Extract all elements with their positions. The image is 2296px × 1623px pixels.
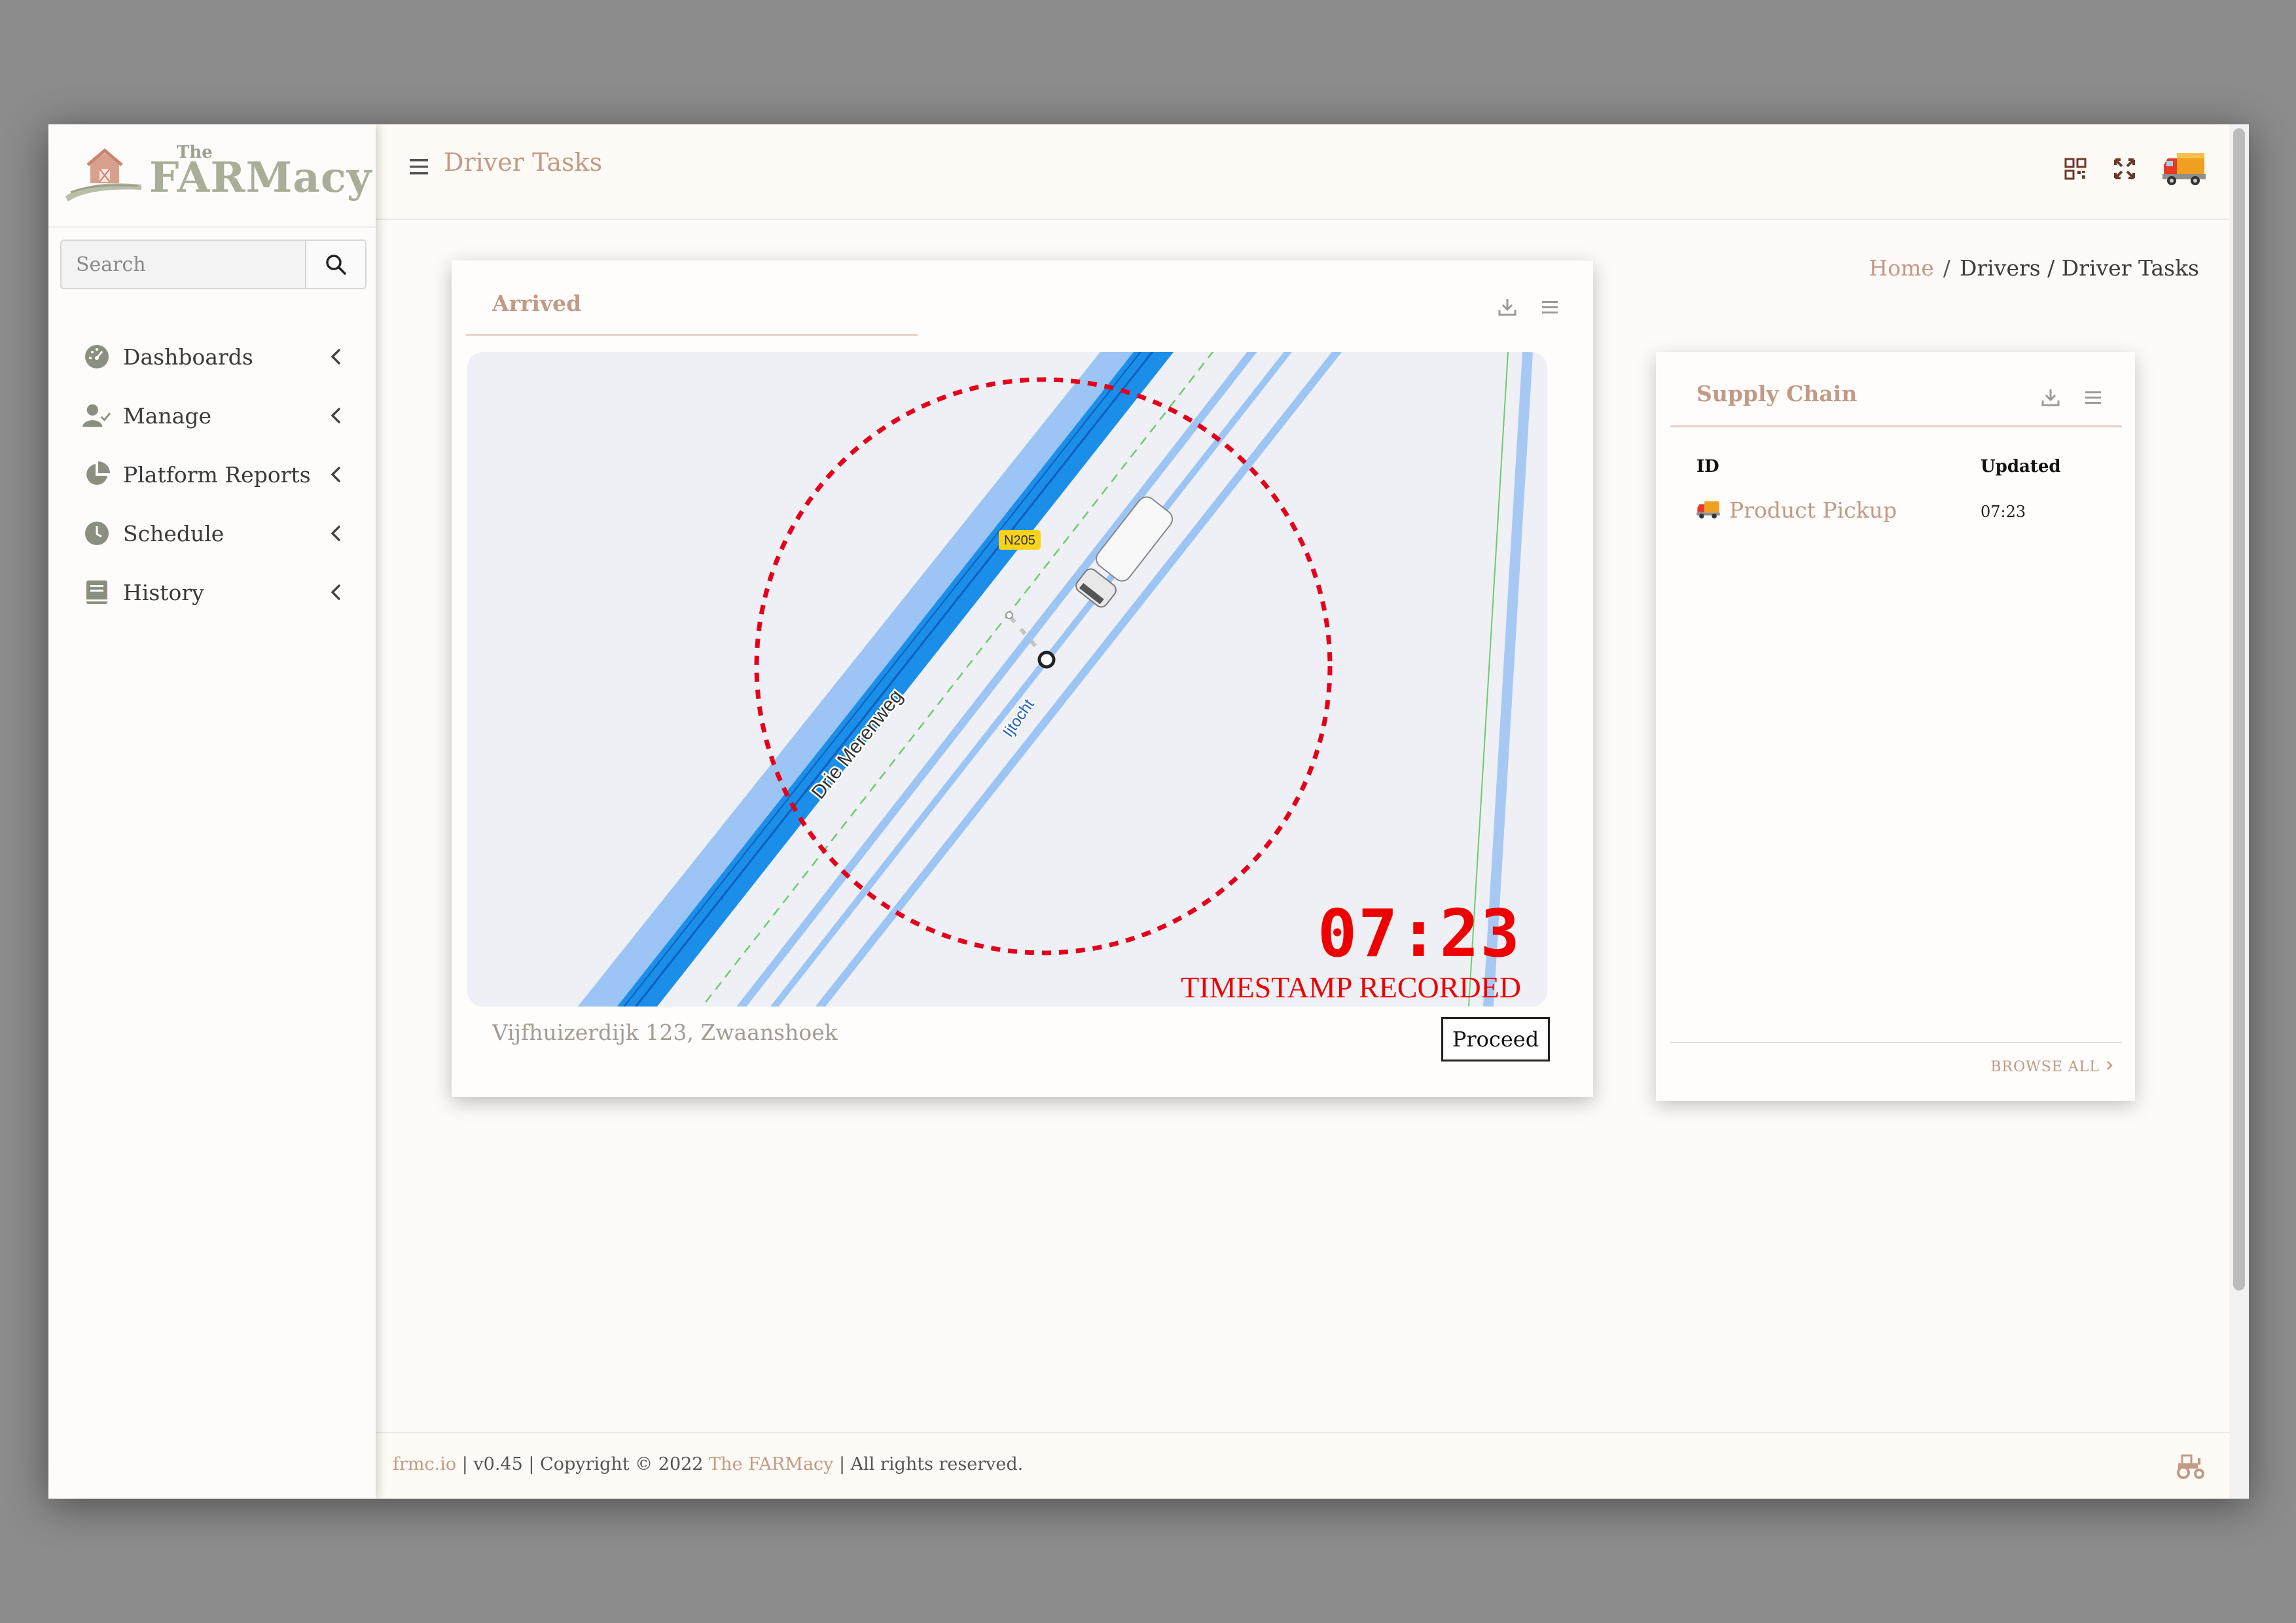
search-input[interactable] (62, 241, 305, 288)
sidebar-item-schedule[interactable]: Schedule (48, 504, 376, 563)
column-header-id: ID (1696, 457, 1719, 476)
sidebar: The FARMacy Dashboards (48, 124, 376, 1499)
topbar: Driver Tasks (376, 124, 2229, 220)
chevron-left-icon (331, 349, 340, 365)
dashboard-gauge-icon (82, 342, 111, 371)
footer: frmc.io | v0.45 | Copyright © 2022 The F… (376, 1432, 2229, 1499)
sidebar-nav: Dashboards Manage Platform Reports Sched… (48, 327, 376, 622)
sidebar-item-dashboards[interactable]: Dashboards (48, 327, 376, 386)
sidebar-item-label: Platform Reports (123, 461, 311, 488)
sidebar-item-history[interactable]: History (48, 563, 376, 622)
column-header-updated: Updated (1981, 457, 2061, 476)
timestamp-time: 07:23 (1317, 895, 1521, 972)
sidebar-item-label: History (123, 579, 204, 605)
book-icon (82, 578, 111, 607)
footer-rights: All rights reserved. (850, 1454, 1024, 1474)
footer-separator: | (528, 1454, 535, 1474)
delivery-map[interactable]: N205 Drie Merenweg Ijtocht 07:23 TIMESTA… (467, 352, 1547, 1007)
supply-chain-card: Supply Chain ID Updated Product Pickup 0… (1656, 352, 2135, 1101)
footer-version: v0.45 (473, 1454, 523, 1474)
chevron-left-icon (331, 526, 340, 541)
scrollbar-thumb[interactable] (2233, 128, 2245, 1291)
browse-all-link[interactable]: BROWSE ALL (1990, 1059, 2114, 1075)
footer-separator: | (461, 1454, 468, 1474)
brand-logo-link[interactable]: The FARMacy (64, 131, 371, 223)
chevron-left-icon (331, 584, 340, 600)
farm-barn-logo-icon (65, 148, 141, 202)
card-menu-icon[interactable] (1541, 297, 1559, 317)
sidebar-item-platform-reports[interactable]: Platform Reports (48, 445, 376, 504)
card-header-underline (466, 334, 918, 336)
delivery-address: Vijfhuizerdijk 123, Zwaanshoek (492, 1020, 838, 1045)
footer-separator: | (838, 1454, 846, 1474)
app-window: The FARMacy Dashboards (48, 124, 2249, 1499)
fullscreen-icon[interactable] (2113, 157, 2136, 181)
arrived-card: Arrived N205 Drie Merenweg Ijtocht 07:23… (452, 260, 1593, 1097)
breadcrumb-separator: / (1943, 255, 1951, 281)
tractor-icon (2177, 1454, 2204, 1479)
sidebar-divider (48, 226, 376, 228)
download-icon[interactable] (2041, 387, 2060, 407)
card-tools (1498, 297, 1559, 317)
footer-text: frmc.io | v0.45 | Copyright © 2022 The F… (393, 1454, 1023, 1474)
sidebar-item-label: Dashboards (123, 344, 253, 370)
brand-name: FARMacy (149, 153, 372, 202)
pie-chart-icon (82, 460, 111, 489)
supply-row-link[interactable]: Product Pickup (1729, 497, 1897, 523)
clock-icon (82, 519, 111, 548)
sidebar-item-label: Schedule (123, 520, 224, 546)
search-icon (326, 255, 346, 275)
sidebar-search (60, 240, 367, 289)
delivery-truck-icon (1696, 501, 1720, 519)
proceed-button[interactable]: Proceed (1441, 1017, 1550, 1061)
route-badge-label: N205 (1004, 533, 1035, 548)
card-footer-divider (1670, 1042, 2122, 1043)
sidebar-item-label: Manage (123, 402, 212, 429)
delivery-truck-icon[interactable] (2162, 151, 2206, 187)
footer-company-link[interactable]: The FARMacy (709, 1454, 833, 1474)
qr-code-icon[interactable] (2064, 158, 2087, 180)
vertical-scrollbar[interactable] (2229, 124, 2249, 1499)
topbar-actions (2038, 151, 2206, 187)
search-button[interactable] (305, 241, 365, 288)
breadcrumb-home-link[interactable]: Home (1869, 255, 1933, 281)
footer-copyright: Copyright © 2022 (540, 1454, 704, 1474)
card-menu-icon[interactable] (2084, 387, 2102, 407)
user-check-icon (82, 401, 111, 430)
card-header-underline (1670, 425, 2122, 427)
browse-all-label: BROWSE ALL (1990, 1059, 2100, 1075)
sidebar-item-manage[interactable]: Manage (48, 386, 376, 445)
chevron-left-icon (331, 408, 340, 423)
chevron-left-icon (331, 467, 340, 482)
breadcrumb: Home / Drivers / Driver Tasks (1869, 255, 2199, 281)
footer-site-link[interactable]: frmc.io (393, 1454, 456, 1474)
download-icon[interactable] (1498, 297, 1517, 317)
page-title: Driver Tasks (444, 148, 603, 177)
breadcrumb-current: Drivers / Driver Tasks (1960, 255, 2199, 281)
timestamp-label: TIMESTAMP RECORDED (1181, 971, 1521, 1004)
supply-chain-title: Supply Chain (1696, 381, 1857, 406)
supply-row-updated: 07:23 (1981, 503, 2026, 521)
chevron-right-icon (2107, 1061, 2113, 1070)
hamburger-menu-icon[interactable] (408, 156, 431, 178)
card-tools (2041, 387, 2102, 407)
arrived-card-title: Arrived (492, 291, 582, 316)
